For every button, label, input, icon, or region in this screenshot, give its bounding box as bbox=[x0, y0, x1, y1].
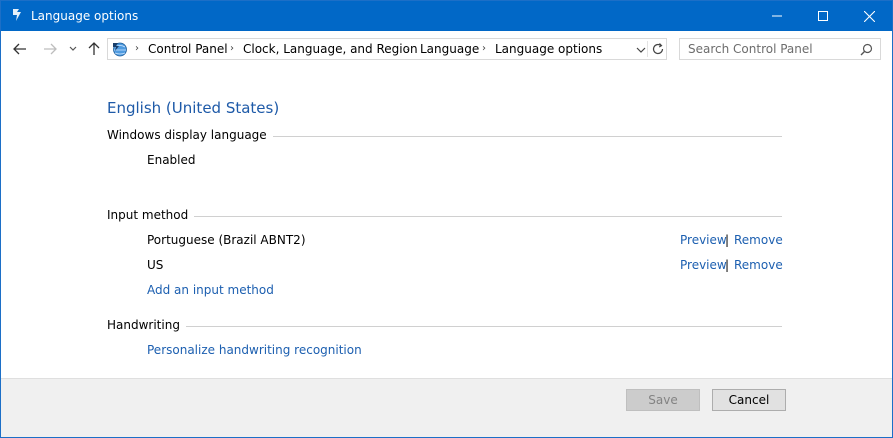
language-options-window: Language options › Control Panel › Clock… bbox=[0, 0, 893, 438]
input-method-name: US bbox=[147, 258, 164, 272]
personalize-handwriting-link[interactable]: Personalize handwriting recognition bbox=[147, 343, 362, 357]
section-divider bbox=[107, 326, 782, 327]
section-divider bbox=[107, 216, 782, 217]
breadcrumb-language-options[interactable]: Language options bbox=[495, 42, 602, 56]
breadcrumb-separator: › bbox=[406, 43, 410, 54]
back-button[interactable] bbox=[11, 40, 29, 58]
address-history-dropdown-icon[interactable] bbox=[635, 44, 647, 56]
search-icon[interactable] bbox=[860, 43, 873, 56]
add-input-method-link[interactable]: Add an input method bbox=[147, 283, 274, 297]
address-bar[interactable]: › Control Panel › Clock, Language, and R… bbox=[107, 38, 667, 60]
up-button[interactable] bbox=[85, 40, 103, 58]
recent-locations-dropdown[interactable] bbox=[66, 40, 80, 58]
search-placeholder: Search Control Panel bbox=[688, 42, 813, 56]
refresh-icon[interactable] bbox=[651, 42, 665, 56]
breadcrumb-separator: › bbox=[230, 43, 234, 54]
remove-link-portuguese[interactable]: Remove bbox=[734, 233, 783, 247]
preview-link-us[interactable]: Preview bbox=[680, 258, 727, 272]
remove-link-us[interactable]: Remove bbox=[734, 258, 783, 272]
input-method-heading: Input method bbox=[107, 208, 195, 222]
handwriting-section: Handwriting bbox=[107, 318, 782, 334]
handwriting-heading: Handwriting bbox=[107, 318, 186, 332]
navigation-bar: › Control Panel › Clock, Language, and R… bbox=[1, 31, 892, 67]
save-button[interactable]: Save bbox=[626, 389, 700, 411]
main-content: English (United States) Windows display … bbox=[1, 67, 892, 378]
breadcrumb-clock-language-region[interactable]: Clock, Language, and Region bbox=[243, 42, 418, 56]
language-name-heading: English (United States) bbox=[107, 99, 280, 117]
search-input[interactable]: Search Control Panel bbox=[679, 38, 881, 60]
breadcrumb-separator: › bbox=[482, 43, 486, 54]
input-method-section: Input method bbox=[107, 208, 782, 224]
forward-button[interactable] bbox=[41, 40, 59, 58]
window-title: Language options bbox=[31, 9, 139, 23]
display-language-heading: Windows display language bbox=[107, 128, 273, 142]
preview-link-portuguese[interactable]: Preview bbox=[680, 233, 727, 247]
breadcrumb-control-panel[interactable]: Control Panel bbox=[148, 42, 228, 56]
cancel-button[interactable]: Cancel bbox=[712, 389, 786, 411]
display-language-section: Windows display language bbox=[107, 128, 782, 144]
address-bar-divider bbox=[647, 41, 648, 57]
title-bar[interactable]: Language options bbox=[1, 1, 892, 31]
language-app-icon bbox=[10, 8, 24, 22]
minimize-button[interactable] bbox=[754, 1, 800, 31]
input-method-name: Portuguese (Brazil ABNT2) bbox=[147, 233, 306, 247]
breadcrumb-language[interactable]: Language bbox=[420, 42, 479, 56]
display-language-status: Enabled bbox=[147, 153, 196, 167]
link-separator: | bbox=[725, 233, 730, 247]
dialog-footer: Save Cancel bbox=[1, 378, 892, 437]
breadcrumb-separator: › bbox=[135, 43, 139, 54]
maximize-button[interactable] bbox=[800, 1, 846, 31]
link-separator: | bbox=[725, 258, 730, 272]
close-button[interactable] bbox=[846, 1, 892, 31]
control-panel-icon bbox=[111, 41, 129, 58]
